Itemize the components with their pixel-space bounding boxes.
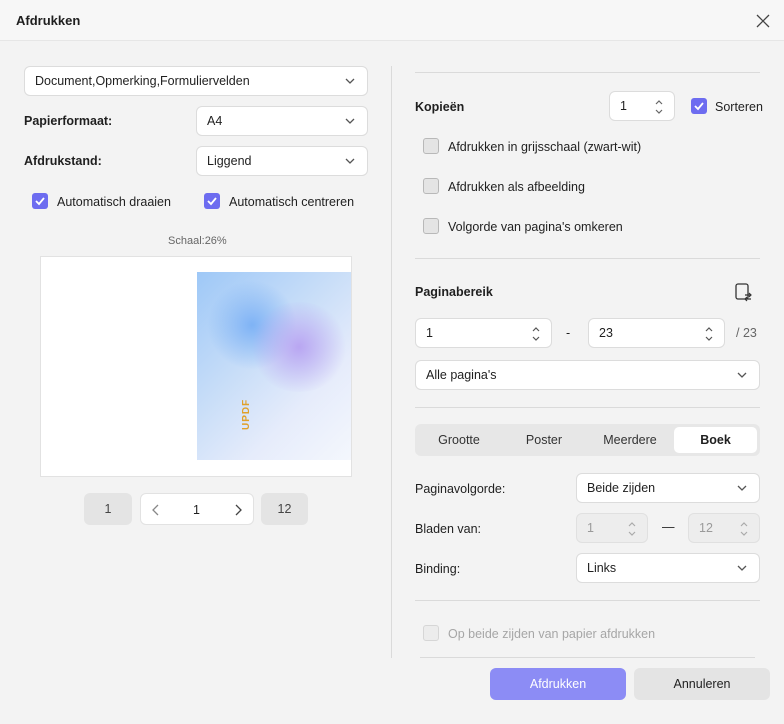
stepper-arrows-icon[interactable] [704, 325, 714, 343]
chevron-down-icon [345, 118, 355, 124]
stepper-arrows-icon[interactable] [531, 325, 541, 343]
auto-rotate-checkbox[interactable] [32, 193, 48, 209]
paper-size-select[interactable]: A4 [196, 106, 368, 136]
grayscale-label: Afdrukken in grijsschaal (zwart-wit) [448, 140, 642, 154]
sheets-to-stepper[interactable]: 12 [688, 513, 760, 543]
page-order-select[interactable]: Beide zijden [576, 473, 760, 503]
divider [415, 600, 760, 601]
range-from-stepper[interactable]: 1 [415, 318, 552, 348]
reverse-order-label: Volgorde van pagina's omkeren [448, 220, 623, 234]
first-page-button[interactable]: 1 [84, 493, 132, 525]
current-page[interactable]: 1 [193, 503, 200, 517]
page-order-value: Beide zijden [587, 481, 656, 495]
range-to-value: 23 [599, 326, 613, 340]
range-from-value: 1 [426, 326, 433, 340]
sheets-label: Bladen van: [415, 522, 482, 536]
reverse-order-checkbox[interactable] [423, 218, 439, 234]
preview-page-cover: UPDF [197, 272, 351, 460]
tab-poster[interactable]: Poster [503, 427, 585, 453]
chevron-down-icon [345, 158, 355, 164]
last-page-button[interactable]: 12 [261, 493, 308, 525]
paper-size-value: A4 [207, 114, 223, 128]
copies-value: 1 [620, 99, 627, 113]
auto-center-label: Automatisch centreren [229, 195, 355, 209]
page-order-label: Paginavolgorde: [415, 482, 506, 496]
scale-text: Schaal:26% [168, 235, 227, 247]
divider [420, 657, 755, 658]
copies-stepper[interactable]: 1 [609, 91, 675, 121]
range-to-stepper[interactable]: 23 [588, 318, 725, 348]
chevron-down-icon [737, 372, 747, 378]
checkmark-icon [694, 102, 704, 111]
auto-rotate-label: Automatisch draaien [57, 195, 171, 209]
binding-value: Links [587, 561, 617, 575]
page-navigator: 1 [140, 493, 254, 525]
tab-grootte[interactable]: Grootte [418, 427, 500, 453]
page-range-select-value: Alle pagina's [426, 368, 497, 382]
page-range-label: Paginabereik [415, 285, 493, 299]
stepper-arrows-icon [740, 522, 748, 536]
dialog-title: Afdrukken [16, 13, 81, 28]
checkmark-icon [207, 197, 217, 206]
layout-mode-tabs: Grootte Poster Meerdere Boek [415, 424, 760, 456]
chevron-down-icon [345, 78, 355, 84]
chevron-right-icon[interactable] [233, 504, 243, 516]
collate-label: Sorteren [715, 100, 763, 114]
sheets-separator: — [662, 520, 675, 534]
chevron-down-icon [737, 565, 747, 571]
range-total: / 23 [736, 326, 757, 340]
cancel-button[interactable]: Annuleren [634, 668, 770, 700]
duplex-label: Op beide zijden van papier afdrukken [448, 627, 656, 641]
title-bar: Afdrukken [0, 0, 784, 41]
chevron-left-icon[interactable] [151, 504, 161, 516]
divider [415, 72, 760, 73]
binding-select[interactable]: Links [576, 553, 760, 583]
cover-brand-text: UPDF [241, 398, 252, 430]
stepper-arrows-icon [628, 522, 636, 536]
close-icon[interactable] [752, 10, 774, 32]
chevron-down-icon [737, 485, 747, 491]
orientation-label: Afdrukstand: [24, 154, 102, 168]
tab-meerdere[interactable]: Meerdere [588, 427, 672, 453]
paper-size-label: Papierformaat: [24, 114, 113, 128]
auto-center-checkbox[interactable] [204, 193, 220, 209]
page-range-select[interactable]: Alle pagina's [415, 360, 760, 390]
divider [415, 407, 760, 408]
binding-label: Binding: [415, 562, 461, 576]
content-select-value: Document,Opmerking,Formuliervelden [35, 74, 250, 88]
orientation-value: Liggend [207, 154, 252, 168]
collate-checkbox[interactable] [691, 98, 707, 114]
sheets-from-stepper[interactable]: 1 [576, 513, 648, 543]
sheets-to-value: 12 [699, 521, 713, 535]
checkmark-icon [35, 197, 45, 206]
tab-boek[interactable]: Boek [674, 427, 757, 453]
copies-label: Kopieën [415, 100, 465, 114]
print-button[interactable]: Afdrukken [490, 668, 626, 700]
orientation-select[interactable]: Liggend [196, 146, 368, 176]
grayscale-checkbox[interactable] [423, 138, 439, 154]
page-swap-icon[interactable] [734, 281, 754, 303]
sheets-from-value: 1 [587, 521, 594, 535]
range-separator: - [566, 326, 571, 340]
cover-gradient-blob [249, 302, 349, 392]
stepper-arrows-icon[interactable] [654, 98, 664, 116]
content-select[interactable]: Document,Opmerking,Formuliervelden [24, 66, 368, 96]
as-image-label: Afdrukken als afbeelding [448, 180, 585, 194]
divider [415, 258, 760, 259]
as-image-checkbox[interactable] [423, 178, 439, 194]
column-divider [391, 66, 392, 658]
duplex-checkbox[interactable] [423, 625, 439, 641]
